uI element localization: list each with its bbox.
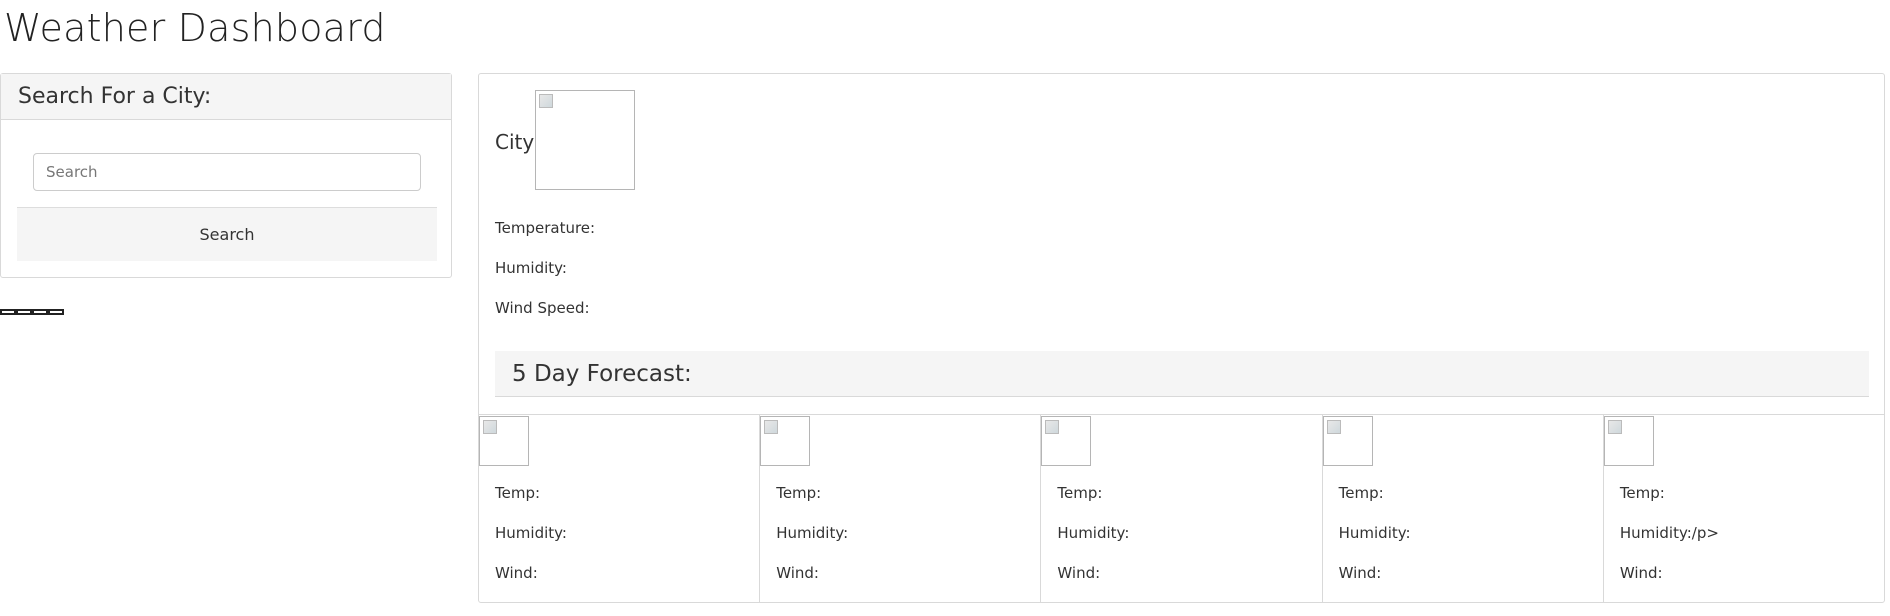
forecast-wind: Wind: [1619, 564, 1663, 582]
forecast-row: Temp: Humidity: Wind: Temp: Humidity: Wi… [479, 414, 1884, 602]
search-history-item[interactable] [16, 309, 32, 315]
search-card-header: Search For a City: [1, 74, 451, 120]
forecast-card: Temp: Humidity: Wind: [1322, 415, 1604, 602]
search-button[interactable]: Search [17, 207, 437, 261]
humidity-label: Humidity: [495, 259, 567, 277]
search-history-item[interactable] [48, 309, 64, 315]
weather-icon [1322, 416, 1373, 466]
weather-icon [1041, 416, 1092, 466]
weather-icon [760, 416, 811, 466]
forecast-card: Temp: Humidity: Wind: [479, 415, 761, 602]
forecast-humidity: Humidity: [1338, 524, 1411, 542]
search-history-item[interactable] [0, 309, 16, 315]
search-card: Search For a City: Search [0, 73, 452, 278]
search-input[interactable] [33, 153, 421, 191]
forecast-humidity: Humidity: [495, 524, 567, 542]
search-history-item[interactable] [32, 309, 48, 315]
current-weather-card: City Temperature: Humidity: Wind Speed: … [478, 73, 1885, 603]
forecast-wind: Wind: [1338, 564, 1382, 582]
forecast-temp: Temp: [776, 484, 822, 502]
forecast-wind: Wind: [776, 564, 819, 582]
city-name: City [495, 130, 535, 154]
forecast-humidity: Humidity:/p> [1619, 524, 1719, 542]
forecast-humidity: Humidity: [776, 524, 849, 542]
forecast-card: Temp: Humidity:/p> Wind: [1603, 415, 1884, 602]
weather-icon [1603, 416, 1654, 466]
search-history-list [0, 309, 80, 315]
forecast-wind: Wind: [1057, 564, 1101, 582]
forecast-card: Temp: Humidity: Wind: [1041, 415, 1323, 602]
weather-icon [479, 416, 529, 466]
page-title: Weather Dashboard [4, 6, 386, 50]
forecast-header: 5 Day Forecast: [495, 351, 1869, 397]
forecast-humidity: Humidity: [1057, 524, 1130, 542]
forecast-card: Temp: Humidity: Wind: [760, 415, 1042, 602]
forecast-temp: Temp: [495, 484, 541, 502]
forecast-temp: Temp: [1338, 484, 1384, 502]
weather-icon [535, 90, 635, 190]
temperature-label: Temperature: [495, 219, 596, 237]
forecast-temp: Temp: [1057, 484, 1103, 502]
forecast-wind: Wind: [495, 564, 538, 582]
wind-speed-label: Wind Speed: [495, 299, 590, 317]
forecast-temp: Temp: [1619, 484, 1665, 502]
